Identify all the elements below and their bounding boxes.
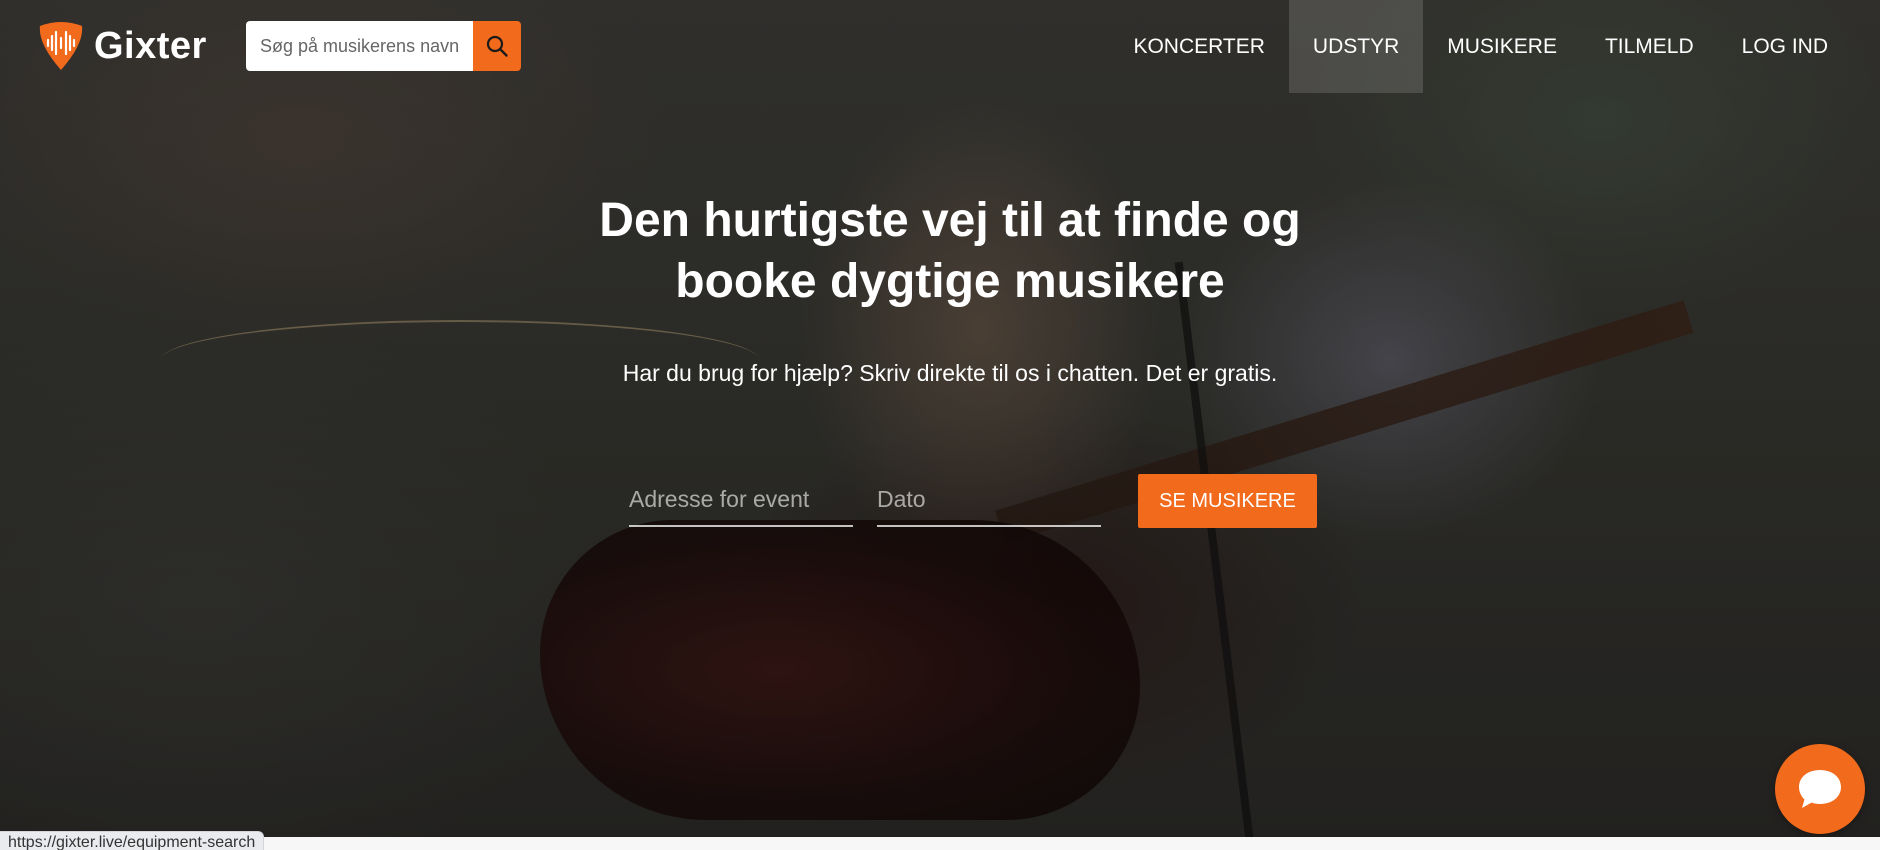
page-bottom-edge (0, 837, 1880, 850)
nav-item-udstyr[interactable]: UDSTYR (1288, 0, 1424, 93)
search-icon (486, 35, 508, 57)
brand-logo-link[interactable]: Gixter (36, 20, 207, 72)
hero-overlay (0, 0, 1880, 837)
chat-bubble-icon (1799, 770, 1841, 808)
hero-headline-line2: booke dygtige musikere (675, 255, 1225, 308)
search-button[interactable] (473, 21, 521, 71)
musician-search-form (246, 21, 521, 71)
chat-launcher-button[interactable] (1775, 744, 1865, 834)
nav-item-koncerter[interactable]: KONCERTER (1109, 0, 1288, 93)
main-nav: KONCERTER UDSTYR MUSIKERE TILMELD LOG IN… (1109, 0, 1852, 93)
browser-status-url: https://gixter.live/equipment-search (0, 831, 265, 850)
brand-name: Gixter (94, 24, 207, 67)
hero-background (0, 0, 1880, 837)
musician-search-input[interactable] (246, 21, 473, 71)
booking-form: SE MUSIKERE (629, 473, 1319, 529)
pick-soundwave-icon (39, 22, 83, 70)
nav-item-tilmeld[interactable]: TILMELD (1581, 0, 1718, 93)
hero-headline: Den hurtigste vej til at finde og booke … (540, 190, 1360, 312)
top-navbar: Gixter KONCERTER UDSTYR MUSIKERE TILMELD… (0, 0, 1880, 93)
see-musicians-button[interactable]: SE MUSIKERE (1138, 474, 1317, 528)
nav-item-log-ind[interactable]: LOG IND (1718, 0, 1852, 93)
hero-subline: Har du brug for hjælp? Skriv direkte til… (622, 360, 1278, 386)
hero-headline-line1: Den hurtigste vej til at finde og (599, 194, 1301, 247)
event-address-input[interactable] (629, 473, 853, 527)
nav-item-musikere[interactable]: MUSIKERE (1423, 0, 1581, 93)
event-date-input[interactable] (877, 473, 1101, 527)
